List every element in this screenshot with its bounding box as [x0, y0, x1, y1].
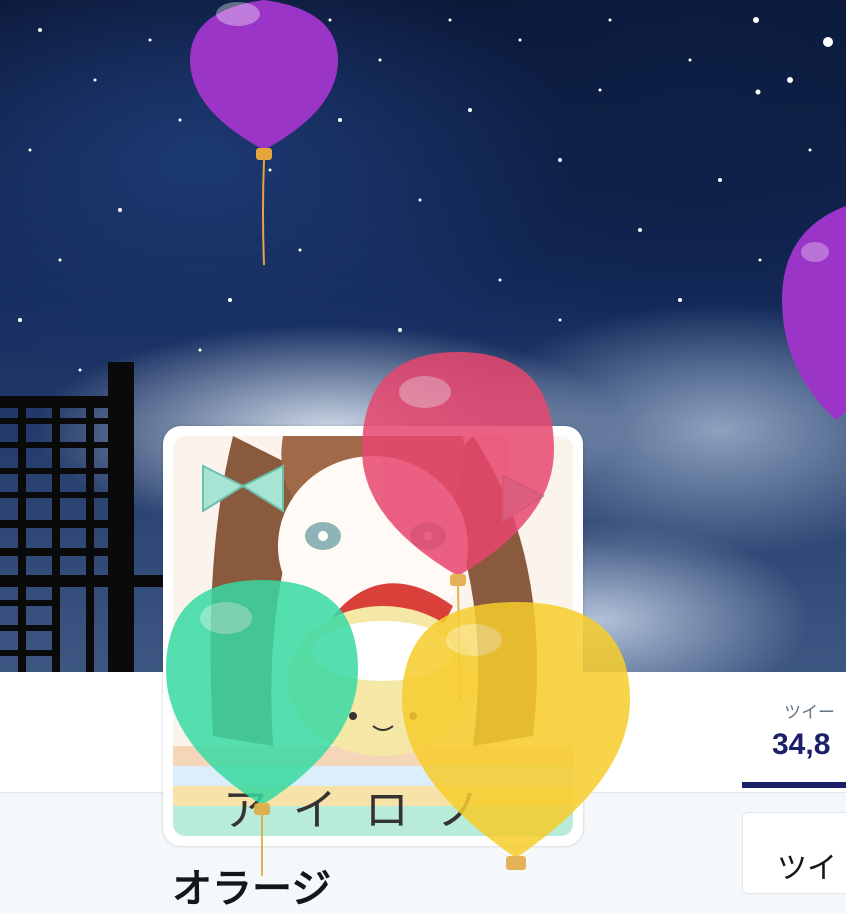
profile-avatar[interactable]: アイロノ [163, 426, 583, 846]
avatar-caption: アイロノ [223, 785, 509, 836]
tower-silhouette [0, 362, 165, 672]
timeline-title: ツイ [777, 852, 837, 885]
tweets-stat[interactable]: ツイー 34,8 [742, 672, 846, 792]
tweets-stat-value: 34,8 [772, 728, 831, 761]
active-tab-indicator [742, 782, 846, 788]
avatar-image: アイロノ [173, 436, 573, 836]
profile-name[interactable]: オラージ [172, 856, 331, 914]
stars [18, 17, 833, 372]
timeline-card: ツイ [742, 812, 846, 894]
tweets-stat-label: ツイー [784, 703, 835, 722]
